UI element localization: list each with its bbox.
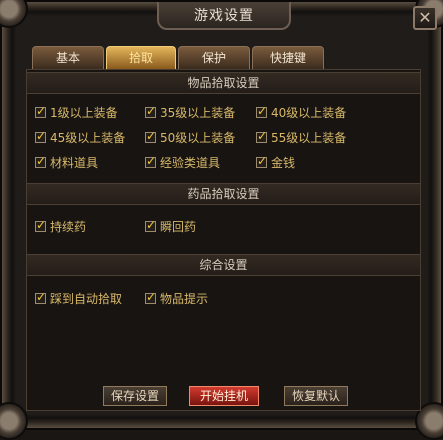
checkbox-label: 踩到自动拾取 — [50, 292, 123, 306]
checkbox-checked-icon — [35, 290, 46, 304]
checkbox-checked-icon — [35, 129, 46, 143]
settings-panel: 物品拾取设置 1级以上装备 35级以上装备 40级以上装备 45级以上装备 50… — [26, 69, 421, 411]
frame-corner-ornament — [0, 402, 28, 440]
checkbox-label: 50级以上装备 — [160, 131, 236, 145]
checkbox-label: 持续药 — [50, 220, 87, 234]
checkbox-label: 瞬回药 — [160, 220, 197, 234]
checkbox-level1-equipment[interactable]: 1级以上装备 — [35, 104, 118, 121]
section-header-potion-pickup: 药品拾取设置 — [27, 183, 420, 205]
checkbox-label: 物品提示 — [160, 292, 209, 306]
settings-window: 游戏设置 ✕ 基本 拾取 保护 快捷键 物品拾取设置 1级以上装备 35级以上装… — [0, 0, 443, 440]
checkbox-level55-equipment[interactable]: 55级以上装备 — [256, 129, 346, 146]
checkbox-label: 1级以上装备 — [50, 106, 118, 120]
start-auto-battle-button[interactable]: 开始挂机 — [189, 386, 259, 406]
checkbox-exp-items[interactable]: 经验类道具 — [145, 154, 220, 171]
restore-defaults-button[interactable]: 恢复默认 — [284, 386, 348, 406]
checkbox-level50-equipment[interactable]: 50级以上装备 — [145, 129, 235, 146]
checkbox-checked-icon — [256, 129, 267, 143]
tab-basic[interactable]: 基本 — [32, 46, 104, 69]
frame-corner-ornament — [0, 0, 28, 28]
checkbox-checked-icon — [35, 154, 46, 168]
checkbox-materials[interactable]: 材料道具 — [35, 154, 98, 171]
checkbox-label: 35级以上装备 — [160, 106, 236, 120]
checkbox-checked-icon — [145, 218, 156, 232]
section-header-general: 综合设置 — [27, 254, 420, 276]
checkbox-level40-equipment[interactable]: 40级以上装备 — [256, 104, 346, 121]
checkbox-label: 55级以上装备 — [271, 131, 347, 145]
checkbox-label: 45级以上装备 — [50, 131, 126, 145]
tab-bar: 基本 拾取 保护 快捷键 — [32, 46, 324, 70]
checkbox-continuous-potion[interactable]: 持续药 — [35, 218, 86, 235]
close-icon: ✕ — [418, 8, 432, 27]
checkbox-checked-icon — [256, 104, 267, 118]
checkbox-checked-icon — [145, 290, 156, 304]
title-bar[interactable]: 游戏设置 — [157, 2, 291, 30]
close-button[interactable]: ✕ — [413, 6, 437, 30]
section-header-item-pickup: 物品拾取设置 — [27, 72, 420, 94]
checkbox-instant-potion[interactable]: 瞬回药 — [145, 218, 196, 235]
save-settings-button[interactable]: 保存设置 — [103, 386, 167, 406]
checkbox-level45-equipment[interactable]: 45级以上装备 — [35, 129, 125, 146]
checkbox-gold[interactable]: 金钱 — [256, 154, 295, 171]
checkbox-checked-icon — [145, 154, 156, 168]
tab-pickup[interactable]: 拾取 — [106, 46, 176, 69]
checkbox-checked-icon — [145, 129, 156, 143]
tab-protection[interactable]: 保护 — [178, 46, 250, 69]
checkbox-label: 金钱 — [271, 156, 296, 170]
window-title: 游戏设置 — [194, 8, 254, 24]
checkbox-level35-equipment[interactable]: 35级以上装备 — [145, 104, 235, 121]
checkbox-label: 经验类道具 — [160, 156, 221, 170]
checkbox-label: 材料道具 — [50, 156, 99, 170]
checkbox-checked-icon — [145, 104, 156, 118]
checkbox-checked-icon — [256, 154, 267, 168]
checkbox-checked-icon — [35, 218, 46, 232]
tab-hotkeys[interactable]: 快捷键 — [252, 46, 324, 69]
checkbox-step-auto-pickup[interactable]: 踩到自动拾取 — [35, 290, 122, 307]
checkbox-label: 40级以上装备 — [271, 106, 347, 120]
checkbox-checked-icon — [35, 104, 46, 118]
checkbox-item-hint[interactable]: 物品提示 — [145, 290, 208, 307]
